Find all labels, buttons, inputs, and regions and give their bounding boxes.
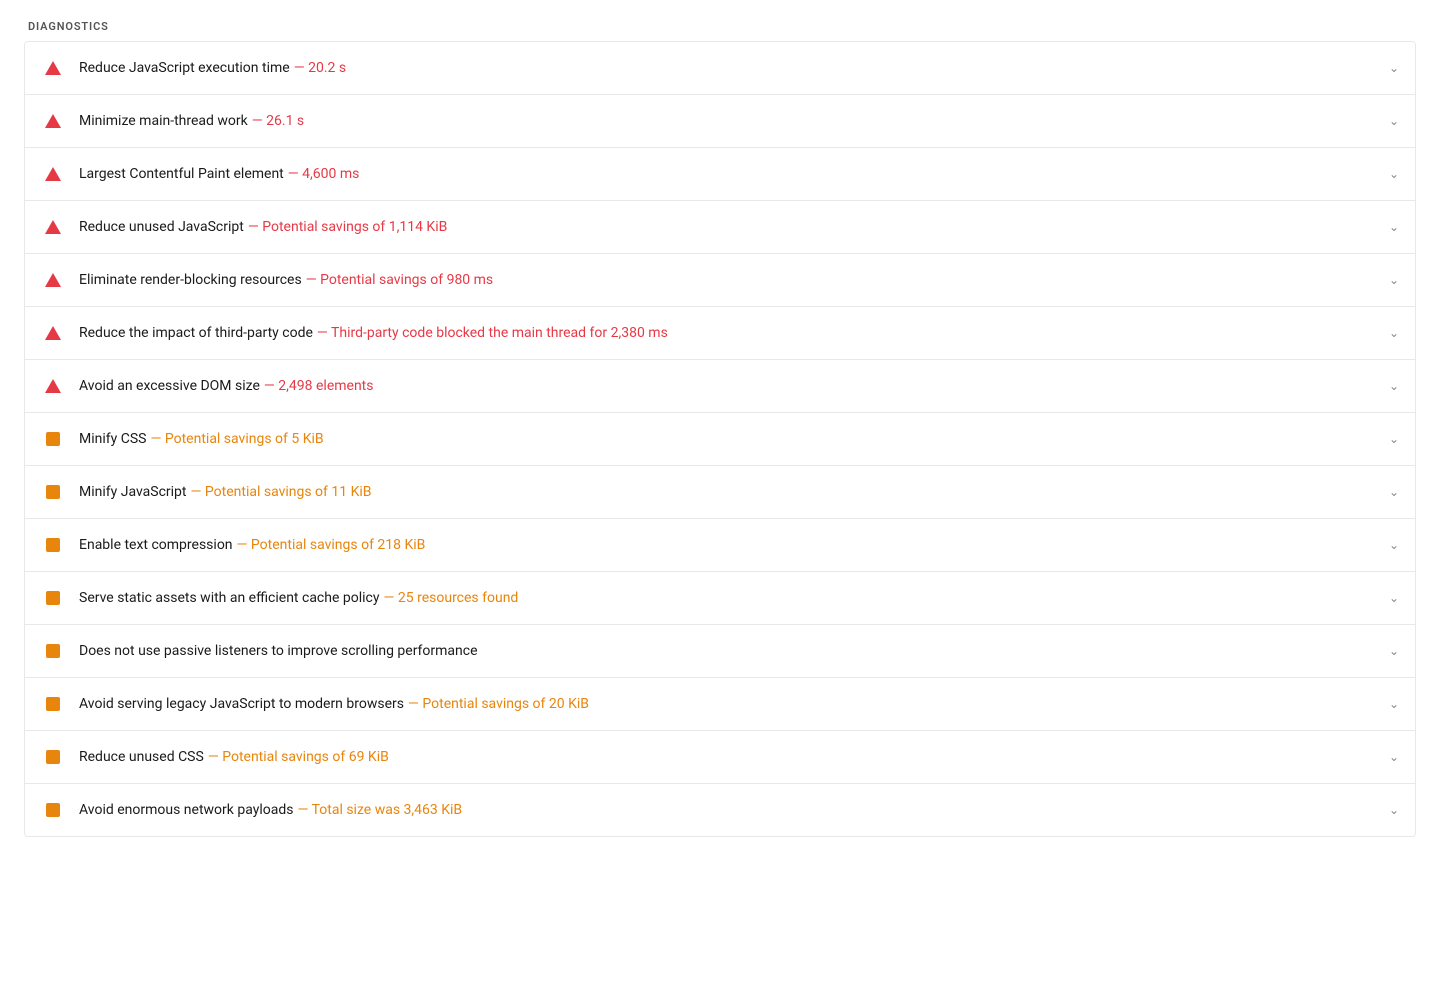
expand-chevron-icon[interactable]: ⌄ [1383, 697, 1399, 711]
diagnostic-item-reduce-js-execution[interactable]: Reduce JavaScript execution time— 20.2 s… [25, 42, 1415, 95]
diagnostic-item-passive-listeners[interactable]: Does not use passive listeners to improv… [25, 625, 1415, 678]
warning-square-icon [46, 644, 60, 658]
diagnostic-item-avoid-excessive-dom[interactable]: Avoid an excessive DOM size— 2,498 eleme… [25, 360, 1415, 413]
diagnostic-item-reduce-unused-js[interactable]: Reduce unused JavaScript— Potential savi… [25, 201, 1415, 254]
diagnostic-item-serve-static-assets[interactable]: Serve static assets with an efficient ca… [25, 572, 1415, 625]
item-label: Minimize main-thread work [79, 113, 248, 129]
item-detail: — Potential savings of 1,114 KiB [248, 219, 448, 235]
diagnostic-item-reduce-unused-css[interactable]: Reduce unused CSS— Potential savings of … [25, 731, 1415, 784]
expand-chevron-icon[interactable]: ⌄ [1383, 485, 1399, 499]
expand-chevron-icon[interactable]: ⌄ [1383, 273, 1399, 287]
item-detail: — 4,600 ms [288, 166, 360, 182]
expand-chevron-icon[interactable]: ⌄ [1383, 644, 1399, 658]
item-label: Reduce unused JavaScript [79, 219, 244, 235]
item-detail: — Potential savings of 980 ms [306, 272, 493, 288]
warning-square-icon [46, 485, 60, 499]
expand-chevron-icon[interactable]: ⌄ [1383, 61, 1399, 75]
item-detail: — Potential savings of 5 KiB [150, 431, 323, 447]
diagnostic-item-eliminate-render-blocking[interactable]: Eliminate render-blocking resources— Pot… [25, 254, 1415, 307]
diagnostic-item-largest-contentful-paint[interactable]: Largest Contentful Paint element— 4,600 … [25, 148, 1415, 201]
item-detail: — 25 resources found [383, 590, 518, 606]
item-detail: — Potential savings of 218 KiB [237, 537, 426, 553]
item-detail: — Third-party code blocked the main thre… [317, 325, 668, 341]
item-detail: — 26.1 s [252, 113, 304, 129]
item-detail: — Total size was 3,463 KiB [297, 802, 462, 818]
item-label: Reduce the impact of third-party code [79, 325, 313, 341]
expand-chevron-icon[interactable]: ⌄ [1383, 167, 1399, 181]
item-label: Avoid enormous network payloads [79, 802, 293, 818]
diagnostic-item-minify-js[interactable]: Minify JavaScript— Potential savings of … [25, 466, 1415, 519]
item-label: Largest Contentful Paint element [79, 166, 284, 182]
warning-square-icon [46, 591, 60, 605]
expand-chevron-icon[interactable]: ⌄ [1383, 538, 1399, 552]
item-detail: — Potential savings of 69 KiB [208, 749, 389, 765]
item-label: Enable text compression [79, 537, 233, 553]
warning-triangle-icon [45, 167, 61, 181]
item-label: Eliminate render-blocking resources [79, 272, 302, 288]
expand-chevron-icon[interactable]: ⌄ [1383, 220, 1399, 234]
item-label: Reduce unused CSS [79, 749, 204, 765]
warning-triangle-icon [45, 379, 61, 393]
item-detail: — Potential savings of 20 KiB [408, 696, 589, 712]
item-label: Serve static assets with an efficient ca… [79, 590, 379, 606]
warning-square-icon [46, 750, 60, 764]
item-label: Avoid serving legacy JavaScript to moder… [79, 696, 404, 712]
item-label: Minify CSS [79, 431, 146, 447]
item-detail: — Potential savings of 11 KiB [191, 484, 372, 500]
diagnostics-container: DIAGNOSTICS Reduce JavaScript execution … [0, 0, 1440, 857]
expand-chevron-icon[interactable]: ⌄ [1383, 326, 1399, 340]
item-label: Avoid an excessive DOM size [79, 378, 260, 394]
item-detail: — 2,498 elements [264, 378, 374, 394]
diagnostics-list: Reduce JavaScript execution time— 20.2 s… [24, 41, 1416, 837]
warning-triangle-icon [45, 273, 61, 287]
diagnostic-item-minify-css[interactable]: Minify CSS— Potential savings of 5 KiB ⌄ [25, 413, 1415, 466]
warning-triangle-icon [45, 326, 61, 340]
warning-square-icon [46, 803, 60, 817]
expand-chevron-icon[interactable]: ⌄ [1383, 379, 1399, 393]
item-detail: — 20.2 s [294, 60, 346, 76]
expand-chevron-icon[interactable]: ⌄ [1383, 432, 1399, 446]
expand-chevron-icon[interactable]: ⌄ [1383, 750, 1399, 764]
warning-triangle-icon [45, 220, 61, 234]
diagnostic-item-enormous-network-payloads[interactable]: Avoid enormous network payloads— Total s… [25, 784, 1415, 836]
section-title: DIAGNOSTICS [24, 20, 1416, 33]
expand-chevron-icon[interactable]: ⌄ [1383, 591, 1399, 605]
expand-chevron-icon[interactable]: ⌄ [1383, 114, 1399, 128]
diagnostic-item-enable-text-compression[interactable]: Enable text compression— Potential savin… [25, 519, 1415, 572]
item-label: Does not use passive listeners to improv… [79, 643, 478, 659]
warning-square-icon [46, 697, 60, 711]
warning-square-icon [46, 432, 60, 446]
warning-square-icon [46, 538, 60, 552]
diagnostic-item-reduce-third-party-impact[interactable]: Reduce the impact of third-party code— T… [25, 307, 1415, 360]
warning-triangle-icon [45, 114, 61, 128]
expand-chevron-icon[interactable]: ⌄ [1383, 803, 1399, 817]
item-label: Minify JavaScript [79, 484, 187, 500]
diagnostic-item-legacy-js[interactable]: Avoid serving legacy JavaScript to moder… [25, 678, 1415, 731]
item-label: Reduce JavaScript execution time [79, 60, 290, 76]
diagnostic-item-minimize-main-thread[interactable]: Minimize main-thread work— 26.1 s ⌄ [25, 95, 1415, 148]
warning-triangle-icon [45, 61, 61, 75]
